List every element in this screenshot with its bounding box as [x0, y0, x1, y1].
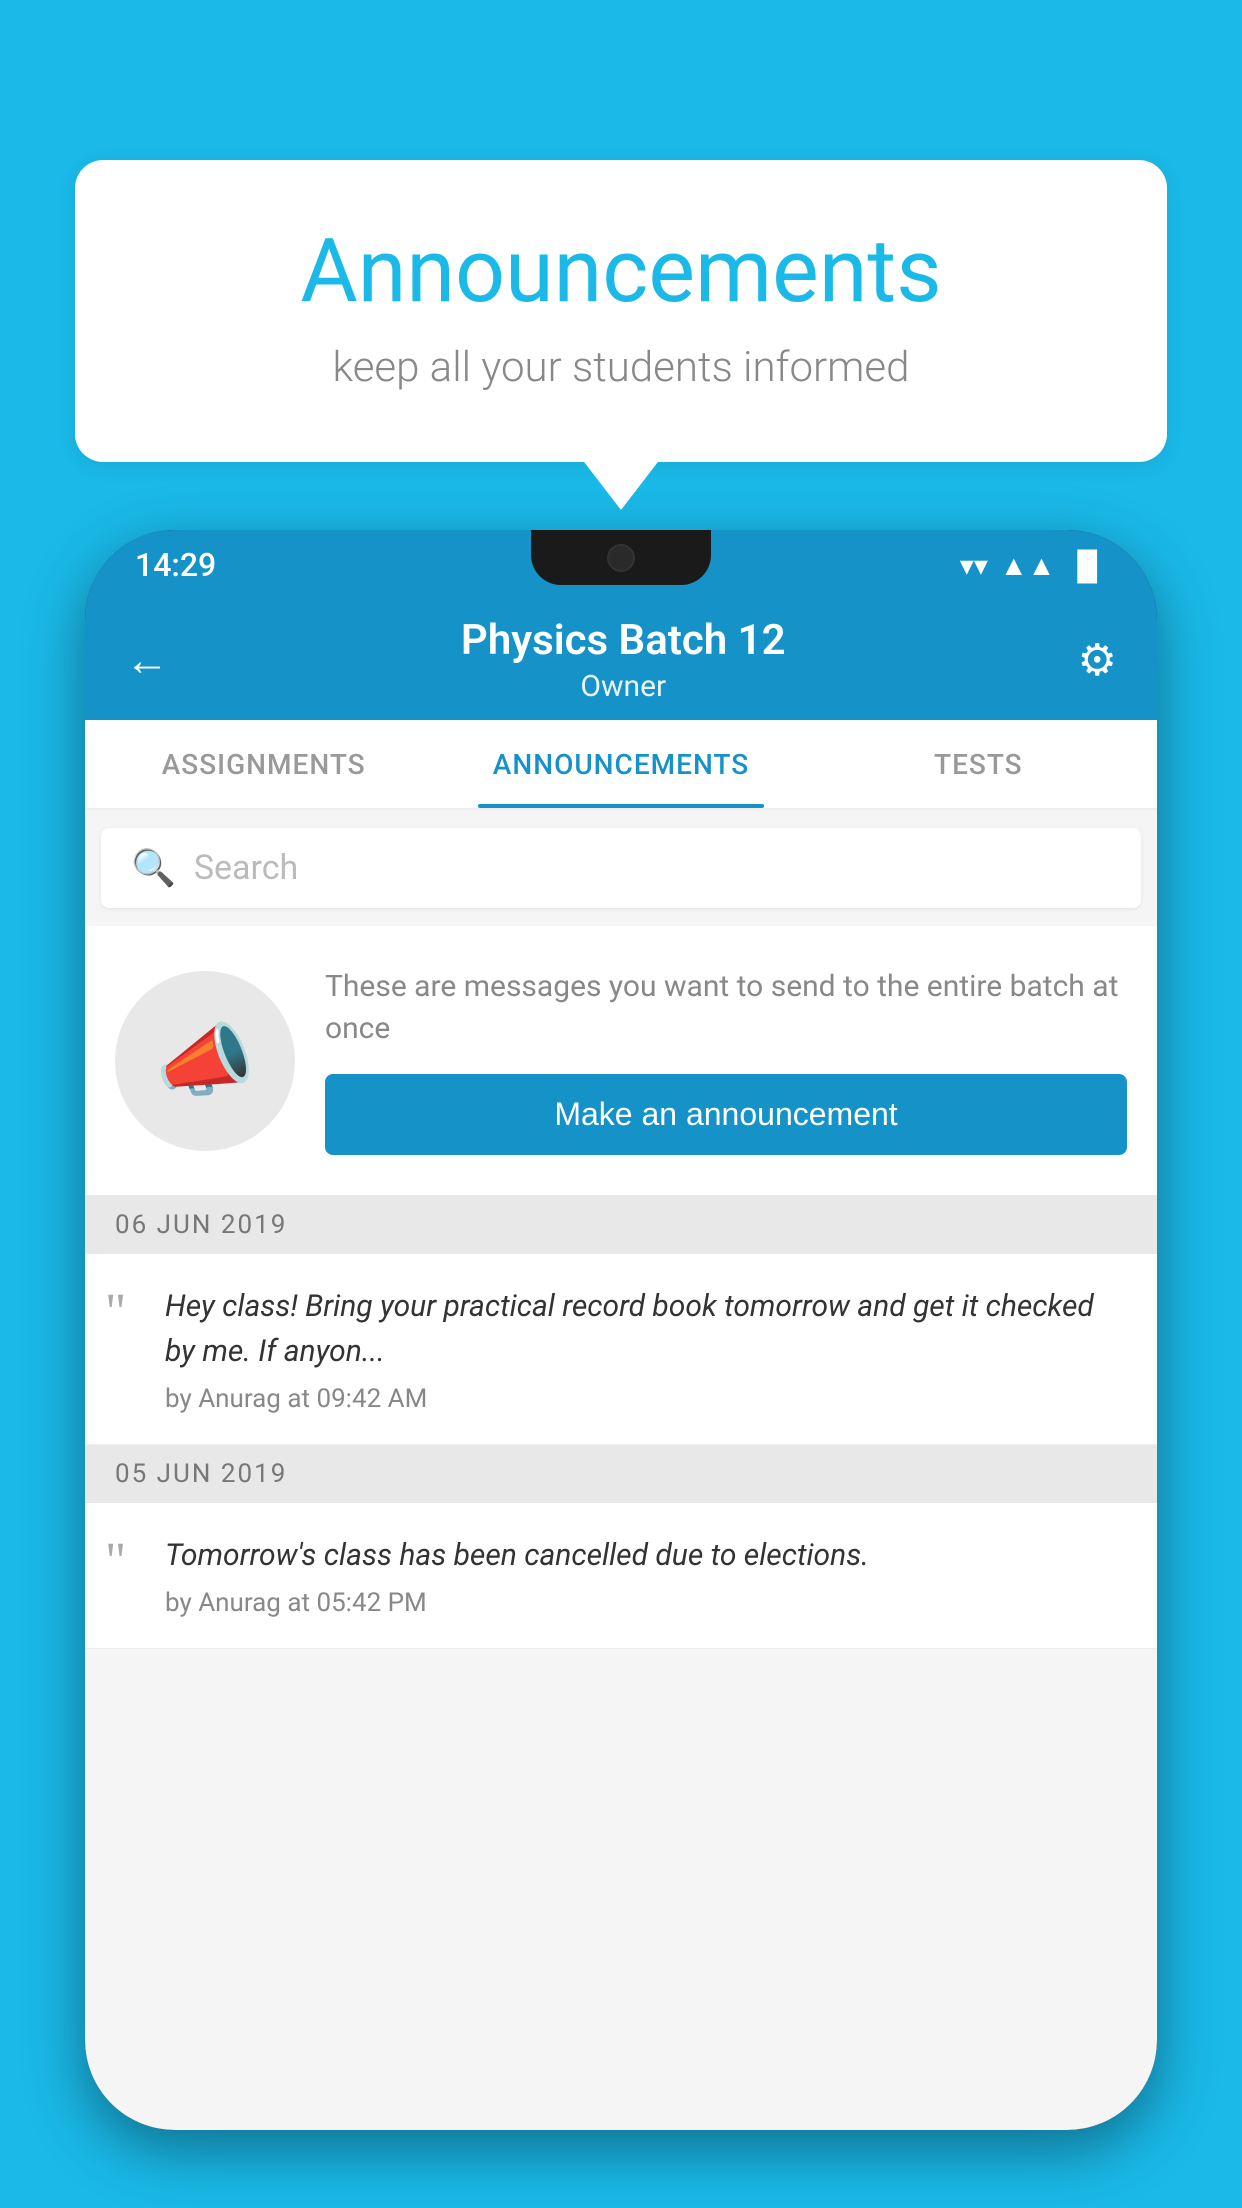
announcement-meta-1: by Anurag at 09:42 AM [165, 1384, 1127, 1414]
quote-icon-2: " [105, 1533, 145, 1583]
announcement-meta-2: by Anurag at 05:42 PM [165, 1588, 1127, 1618]
speech-bubble-title: Announcements [155, 220, 1087, 323]
phone-frame: 14:29 ▾▾ ▲▲ ▐▌ ← Physics Batch 12 Owner … [85, 530, 1157, 2130]
signal-icon: ▲▲ [1000, 549, 1055, 582]
wifi-icon: ▾▾ [960, 549, 988, 582]
announcement-text-2: Tomorrow's class has been cancelled due … [165, 1533, 1127, 1578]
app-header: ← Physics Batch 12 Owner ⚙ [85, 600, 1157, 720]
speech-bubble: Announcements keep all your students inf… [75, 160, 1167, 462]
phone-mockup: 14:29 ▾▾ ▲▲ ▐▌ ← Physics Batch 12 Owner … [85, 530, 1157, 2208]
header-title: Physics Batch 12 [461, 616, 786, 665]
battery-icon: ▐▌ [1067, 549, 1107, 582]
phone-camera [607, 544, 635, 572]
prompt-description: These are messages you want to send to t… [325, 966, 1127, 1050]
phone-notch [531, 530, 711, 585]
prompt-right: These are messages you want to send to t… [325, 966, 1127, 1155]
announcement-text-1: Hey class! Bring your practical record b… [165, 1284, 1127, 1374]
status-time: 14:29 [135, 546, 216, 584]
date-separator-2: 05 JUN 2019 [85, 1445, 1157, 1503]
status-icons: ▾▾ ▲▲ ▐▌ [960, 549, 1107, 582]
quote-icon-1: " [105, 1284, 145, 1334]
announcement-content-2: Tomorrow's class has been cancelled due … [165, 1533, 1127, 1618]
header-title-group: Physics Batch 12 Owner [461, 616, 786, 704]
header-subtitle: Owner [461, 669, 786, 704]
megaphone-circle: 📣 [115, 971, 295, 1151]
tab-tests[interactable]: TESTS [800, 720, 1157, 808]
tabs-bar: ASSIGNMENTS ANNOUNCEMENTS TESTS [85, 720, 1157, 810]
announcement-content-1: Hey class! Bring your practical record b… [165, 1284, 1127, 1414]
search-icon: 🔍 [131, 847, 176, 889]
announcement-item-2: " Tomorrow's class has been cancelled du… [85, 1503, 1157, 1649]
tab-announcements[interactable]: ANNOUNCEMENTS [442, 720, 799, 808]
speech-bubble-container: Announcements keep all your students inf… [75, 160, 1167, 462]
search-placeholder: Search [194, 848, 298, 888]
speech-bubble-subtitle: keep all your students informed [155, 343, 1087, 392]
date-separator-1: 06 JUN 2019 [85, 1196, 1157, 1254]
back-button[interactable]: ← [125, 634, 169, 686]
tab-assignments[interactable]: ASSIGNMENTS [85, 720, 442, 808]
search-bar[interactable]: 🔍 Search [101, 828, 1141, 908]
make-announcement-button[interactable]: Make an announcement [325, 1074, 1127, 1155]
content-area: 🔍 Search 📣 These are messages you want t… [85, 810, 1157, 2130]
settings-button[interactable]: ⚙ [1078, 634, 1117, 686]
announcement-prompt: 📣 These are messages you want to send to… [85, 926, 1157, 1196]
megaphone-icon: 📣 [155, 1014, 255, 1108]
announcement-item-1: " Hey class! Bring your practical record… [85, 1254, 1157, 1445]
